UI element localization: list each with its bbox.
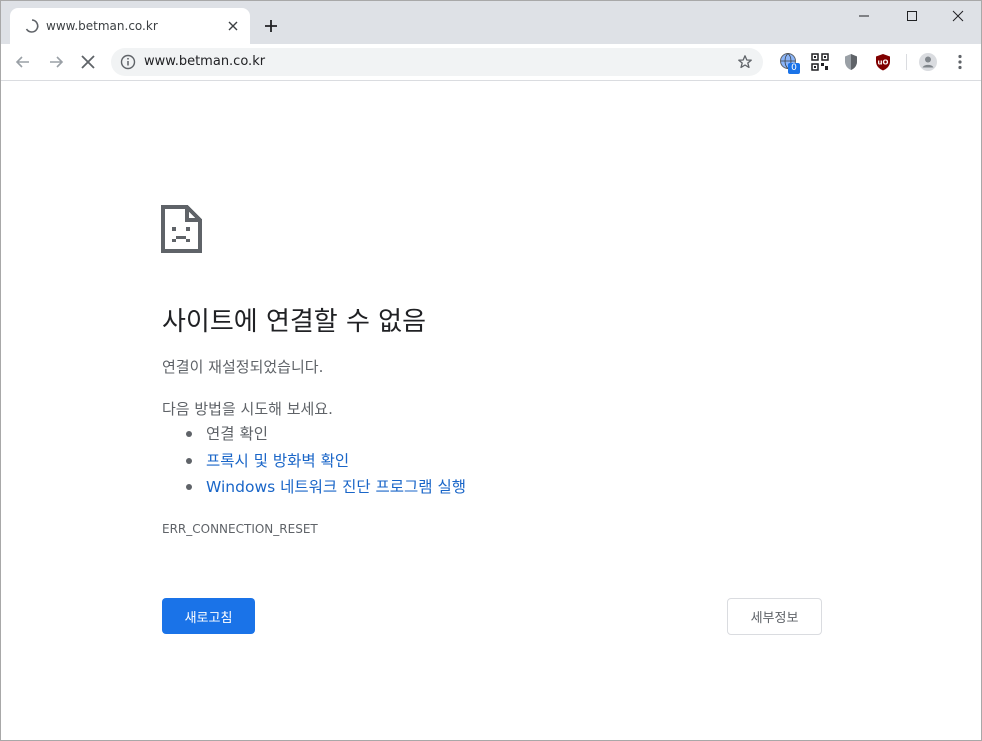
bullet-icon	[186, 484, 192, 490]
svg-text:uO: uO	[878, 59, 889, 67]
suggestion-network-diagnostics-link[interactable]: Windows 네트워크 진단 프로그램 실행	[206, 478, 466, 496]
error-description: 연결이 재설정되었습니다.	[162, 358, 324, 376]
more-vertical-icon[interactable]	[950, 52, 970, 72]
stop-x-icon[interactable]	[78, 52, 98, 72]
list-item: 프록시 및 방화벽 확인	[162, 448, 466, 475]
globe-extension-button[interactable]: 0	[779, 52, 800, 74]
browser-window: www.betman.co.kr www.betman.co.kr 0 uO 사…	[0, 0, 982, 741]
sad-document-icon	[161, 205, 202, 253]
close-window-button[interactable]	[935, 1, 981, 31]
suggestions-list: 연결 확인 프록시 및 방화벽 확인 Windows 네트워크 진단 프로그램 …	[162, 421, 466, 501]
qr-code-icon[interactable]	[810, 52, 830, 72]
shield-extension-icon[interactable]	[841, 52, 861, 72]
arrow-left-icon[interactable]	[13, 52, 33, 72]
bullet-icon	[186, 431, 192, 437]
toolbar-separator	[906, 54, 907, 70]
ublock-icon[interactable]: uO	[873, 52, 893, 72]
reload-button[interactable]: 새로고침	[162, 598, 255, 634]
suggestions-heading: 다음 방법을 시도해 보세요.	[162, 400, 333, 418]
list-item: Windows 네트워크 진단 프로그램 실행	[162, 474, 466, 501]
tab-strip: www.betman.co.kr	[1, 1, 981, 44]
maximize-icon	[907, 11, 917, 21]
info-icon[interactable]	[120, 54, 136, 70]
minimize-button[interactable]	[841, 1, 887, 31]
star-icon[interactable]	[737, 54, 753, 70]
plus-icon[interactable]	[263, 18, 279, 34]
close-icon[interactable]	[226, 19, 240, 33]
url-text[interactable]: www.betman.co.kr	[144, 54, 265, 69]
minimize-icon	[859, 15, 869, 17]
tab-title: www.betman.co.kr	[46, 19, 158, 33]
tab-active[interactable]: www.betman.co.kr	[10, 8, 250, 44]
spinner-icon	[25, 19, 39, 33]
extension-badge: 0	[788, 63, 800, 74]
error-code: ERR_CONNECTION_RESET	[162, 522, 318, 536]
error-title: 사이트에 연결할 수 없음	[162, 307, 426, 337]
toolbar: www.betman.co.kr 0 uO	[1, 44, 981, 81]
close-icon	[952, 10, 964, 22]
list-item: 연결 확인	[162, 421, 466, 448]
suggestion-proxy-firewall-link[interactable]: 프록시 및 방화벽 확인	[206, 452, 349, 470]
details-button[interactable]: 세부정보	[727, 598, 822, 635]
avatar-icon[interactable]	[918, 52, 938, 72]
suggestion-check-connection: 연결 확인	[206, 425, 268, 443]
bullet-icon	[186, 457, 192, 464]
maximize-button[interactable]	[889, 1, 935, 31]
address-bar[interactable]: www.betman.co.kr	[111, 48, 763, 76]
arrow-right-icon[interactable]	[46, 52, 66, 72]
error-page: 사이트에 연결할 수 없음 연결이 재설정되었습니다. 다음 방법을 시도해 보…	[1, 81, 981, 740]
